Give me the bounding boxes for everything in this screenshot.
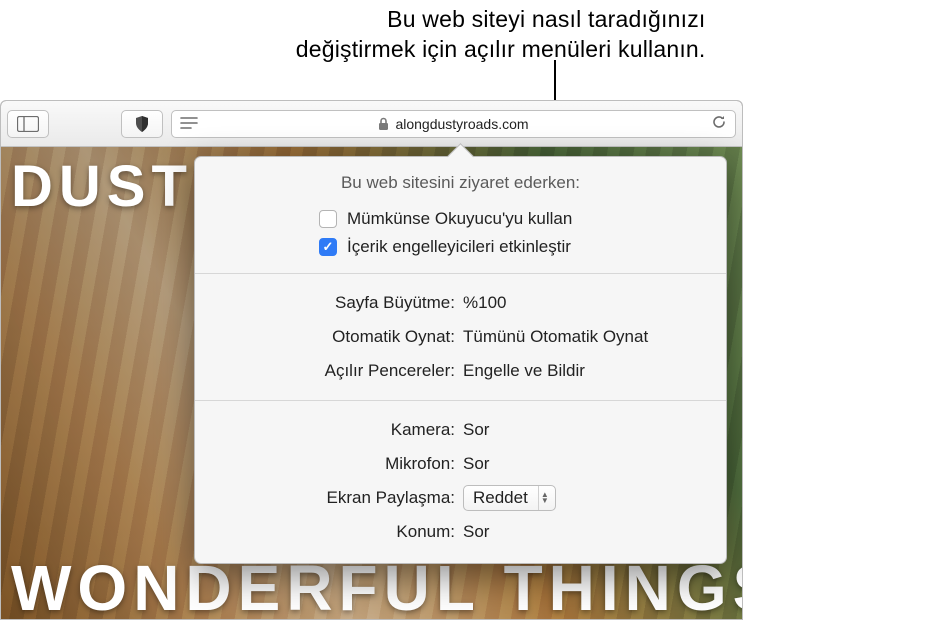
microphone-label: Mikrofon: (195, 450, 463, 478)
content-blockers-row[interactable]: ✓ İçerik engelleyicileri etkinleştir (195, 233, 726, 261)
privacy-report-button[interactable] (121, 110, 163, 138)
reload-button[interactable] (711, 114, 727, 133)
camera-label: Kamera: (195, 416, 463, 444)
screenshare-row[interactable]: Ekran Paylaşma: Reddet ▲▼ (195, 481, 726, 515)
chevron-up-down-icon: ▲▼ (538, 486, 551, 510)
sidebar-toggle-button[interactable] (7, 110, 49, 138)
screenshare-select[interactable]: Reddet ▲▼ (463, 485, 556, 511)
autoplay-value[interactable]: Tümünü Otomatik Oynat (463, 323, 648, 351)
callout-line-2: değiştirmek için açılır menüleri kullanı… (226, 34, 706, 64)
separator-2 (195, 400, 726, 401)
separator-1 (195, 273, 726, 274)
reload-icon (711, 114, 727, 130)
location-label: Konum: (195, 518, 463, 546)
location-row[interactable]: Konum: Sor (195, 515, 726, 549)
zoom-label: Sayfa Büyütme: (195, 289, 463, 317)
microphone-row[interactable]: Mikrofon: Sor (195, 447, 726, 481)
use-reader-checkbox[interactable] (319, 210, 337, 228)
location-value[interactable]: Sor (463, 518, 489, 546)
screenshare-label: Ekran Paylaşma: (195, 484, 463, 512)
content-blockers-checkbox[interactable]: ✓ (319, 238, 337, 256)
popups-value[interactable]: Engelle ve Bildir (463, 357, 585, 385)
sidebar-icon (17, 116, 39, 132)
url-text: alongdustyroads.com (395, 116, 528, 132)
lock-icon (378, 117, 389, 131)
safari-window: alongdustyroads.com DUSTY R WONDERFUL TH… (0, 100, 743, 620)
autoplay-label: Otomatik Oynat: (195, 323, 463, 351)
callout-annotation: Bu web siteyi nasıl taradığınızı değişti… (226, 4, 706, 64)
popups-row[interactable]: Açılır Pencereler: Engelle ve Bildir (195, 354, 726, 388)
zoom-value[interactable]: %100 (463, 289, 506, 317)
camera-value[interactable]: Sor (463, 416, 489, 444)
content-blockers-label: İçerik engelleyicileri etkinleştir (347, 237, 571, 257)
popups-label: Açılır Pencereler: (195, 357, 463, 385)
reader-toggle-icon[interactable] (180, 116, 198, 132)
zoom-row[interactable]: Sayfa Büyütme: %100 (195, 286, 726, 320)
microphone-value[interactable]: Sor (463, 450, 489, 478)
camera-row[interactable]: Kamera: Sor (195, 413, 726, 447)
use-reader-label: Mümkünse Okuyucu'yu kullan (347, 209, 572, 229)
address-bar[interactable]: alongdustyroads.com (171, 110, 736, 138)
popover-title: Bu web sitesini ziyaret ederken: (195, 157, 726, 205)
website-settings-popover: Bu web sitesini ziyaret ederken: Mümküns… (194, 156, 727, 564)
callout-line-1: Bu web siteyi nasıl taradığınızı (226, 4, 706, 34)
use-reader-row[interactable]: Mümkünse Okuyucu'yu kullan (195, 205, 726, 233)
shield-icon (134, 115, 150, 133)
autoplay-row[interactable]: Otomatik Oynat: Tümünü Otomatik Oynat (195, 320, 726, 354)
screenshare-value: Reddet (473, 484, 528, 512)
browser-toolbar: alongdustyroads.com (1, 101, 742, 147)
